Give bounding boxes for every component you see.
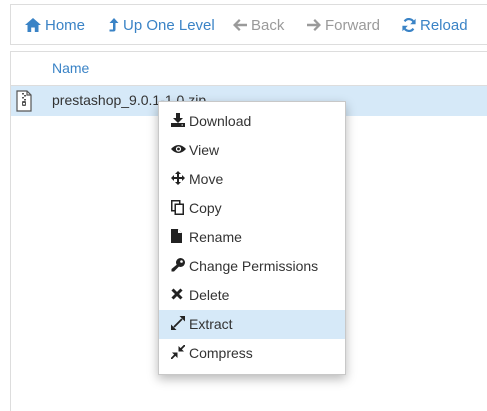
menu-item-label: Extract: [189, 316, 233, 332]
reload-label: Reload: [420, 17, 468, 34]
menu-item-label: Move: [189, 171, 224, 187]
key-icon: [171, 258, 186, 272]
copy-icon: [171, 199, 186, 215]
delete-icon: [171, 288, 186, 300]
file-icon: [171, 229, 186, 244]
menu-item-label: Compress: [189, 345, 253, 361]
download-icon: [171, 113, 186, 128]
arrow-left-icon: [233, 19, 247, 32]
up-one-level-label: Up One Level: [123, 17, 215, 34]
refresh-icon: [402, 18, 416, 33]
forward-label: Forward: [325, 17, 381, 34]
menu-item-delete[interactable]: Delete: [159, 281, 345, 310]
context-menu: Download View Move Copy Rename Change Pe…: [158, 101, 346, 375]
expand-icon: [171, 316, 186, 331]
menu-item-label: Delete: [189, 287, 230, 303]
up-one-level-button[interactable]: Up One Level: [109, 5, 215, 46]
home-button[interactable]: Home: [25, 5, 85, 46]
home-icon: [25, 18, 41, 33]
back-label: Back: [251, 17, 285, 34]
toolbar: Home Up One Level Back Forward Reload: [10, 4, 487, 45]
menu-item-view[interactable]: View: [159, 136, 345, 165]
zip-file-icon: [16, 90, 32, 115]
menu-item-label: Download: [189, 113, 252, 129]
reload-button[interactable]: Reload: [402, 5, 468, 46]
menu-item-download[interactable]: Download: [159, 107, 345, 136]
menu-item-label: Rename: [189, 229, 242, 245]
file-list-header: Name: [11, 52, 487, 86]
compress-icon: [171, 345, 186, 360]
file-manager: Home Up One Level Back Forward Reload Na…: [0, 0, 487, 411]
menu-item-extract[interactable]: Extract: [159, 310, 345, 339]
arrow-right-icon: [307, 19, 321, 32]
column-header-name[interactable]: Name: [52, 60, 89, 76]
home-label: Home: [45, 17, 86, 34]
back-button[interactable]: Back: [233, 5, 284, 46]
menu-item-label: View: [189, 142, 220, 158]
move-icon: [171, 171, 186, 186]
level-up-icon: [109, 17, 119, 33]
menu-item-move[interactable]: Move: [159, 165, 345, 194]
menu-item-copy[interactable]: Copy: [159, 194, 345, 223]
menu-item-label: Copy: [189, 200, 222, 216]
menu-item-label: Change Permissions: [189, 258, 319, 274]
forward-button[interactable]: Forward: [307, 5, 380, 46]
menu-item-rename[interactable]: Rename: [159, 223, 345, 252]
menu-item-compress[interactable]: Compress: [159, 339, 345, 368]
menu-item-change-permissions[interactable]: Change Permissions: [159, 252, 345, 281]
eye-icon: [171, 144, 186, 154]
